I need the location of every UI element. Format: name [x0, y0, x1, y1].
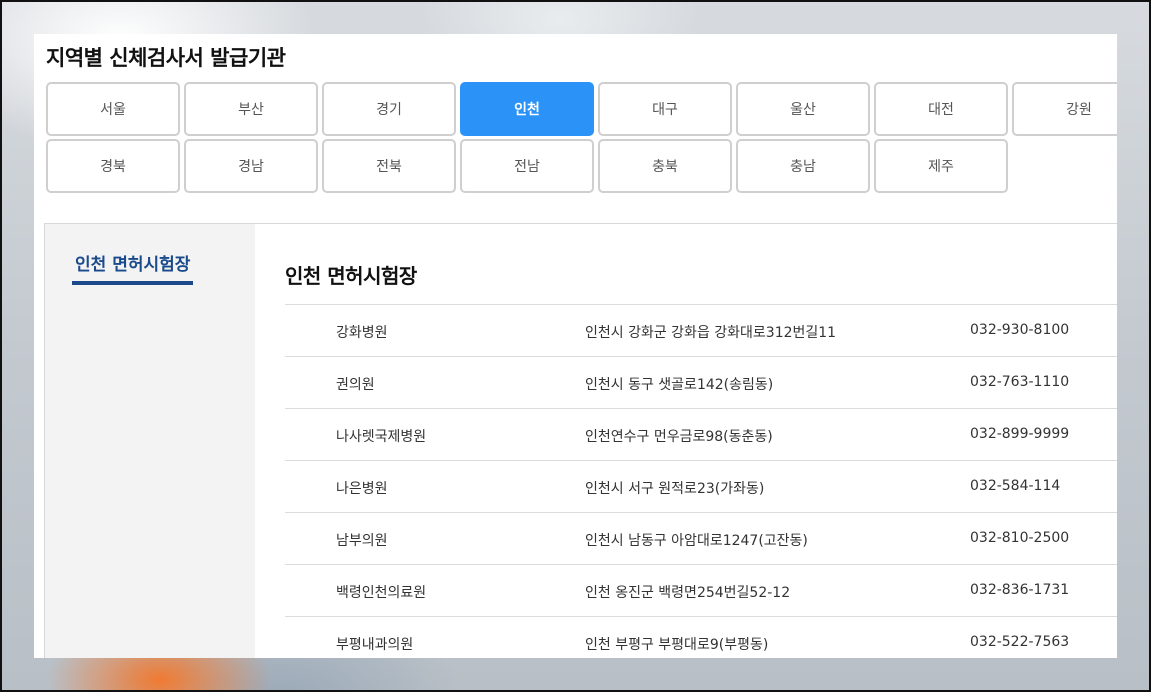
tab-region[interactable]: 부산	[184, 82, 318, 136]
tab-region[interactable]: 전남	[460, 139, 594, 193]
sidebar: 인천 면허시험장	[45, 224, 255, 658]
tab-region[interactable]: 충남	[736, 139, 870, 193]
tab-region[interactable]: 충북	[598, 139, 732, 193]
tab-region[interactable]: 강원	[1012, 82, 1117, 136]
institution-phone: 032-763-1110	[970, 374, 1070, 390]
institution-phone: 032-584-114	[970, 478, 1061, 494]
table-row: 백령인천의료원 인천 옹진군 백령면254번길52-12 032-836-1731	[285, 564, 1117, 616]
page-title: 지역별 신체검사서 발급기관	[46, 46, 286, 70]
tab-region[interactable]: 서울	[46, 82, 180, 136]
tab-region[interactable]: 경기	[322, 82, 456, 136]
institution-phone: 032-522-7563	[970, 634, 1070, 650]
tab-region[interactable]: 전북	[322, 139, 456, 193]
institution-phone: 032-810-2500	[970, 530, 1070, 546]
table-row: 남부의원 인천시 남동구 아암대로1247(고잔동) 032-810-2500	[285, 512, 1117, 564]
tab-region[interactable]: 울산	[736, 82, 870, 136]
institution-phone: 032-899-9999	[970, 426, 1070, 442]
tab-region[interactable]: 인천	[460, 82, 594, 136]
institution-address: 인천시 남동구 아암대로1247(고잔동)	[585, 533, 808, 549]
table-row: 부평내과의원 인천 부평구 부평대로9(부평동) 032-522-7563	[285, 616, 1117, 658]
sidebar-item-incheon-test-center[interactable]: 인천 면허시험장	[72, 250, 194, 285]
tab-region[interactable]: 경북	[46, 139, 180, 193]
institution-address: 인천 부평구 부평대로9(부평동)	[585, 637, 769, 653]
institution-phone: 032-930-8100	[970, 322, 1070, 338]
institution-name: 남부의원	[336, 533, 388, 549]
institution-name: 나은병원	[336, 481, 388, 497]
institution-address: 인천시 강화군 강화읍 강화대로312번길11	[585, 325, 837, 341]
institution-phone: 032-836-1731	[970, 582, 1070, 598]
tab-region[interactable]: 대전	[874, 82, 1008, 136]
institution-name: 부평내과의원	[336, 637, 414, 653]
institution-name: 나사렛국제병원	[336, 429, 427, 445]
content-area: 인천 면허시험장 인천 면허시험장 강화병원 인천시 강화군 강화읍 강화대로31…	[44, 223, 1117, 658]
table-row: 강화병원 인천시 강화군 강화읍 강화대로312번길11 032-930-8100	[285, 304, 1117, 356]
table-row: 나사렛국제병원 인천연수구 먼우금로98(동춘동) 032-899-9999	[285, 408, 1117, 460]
institution-name: 백령인천의료원	[336, 585, 427, 601]
institution-address: 인천 옹진군 백령면254번길52-12	[585, 585, 791, 601]
institution-address: 인천시 동구 샛골로142(송림동)	[585, 377, 774, 393]
institution-name: 강화병원	[336, 325, 388, 341]
page-card: 지역별 신체검사서 발급기관 서울 부산 경기 인천 대구 울산 대전 강원 경북 경남 전북 전남 충…	[34, 34, 1117, 658]
institution-address: 인천시 서구 원적로23(가좌동)	[585, 481, 765, 497]
tab-region[interactable]: 제주	[874, 139, 1008, 193]
institution-address: 인천연수구 먼우금로98(동춘동)	[585, 429, 773, 445]
table-row: 나은병원 인천시 서구 원적로23(가좌동) 032-584-114	[285, 460, 1117, 512]
table-row: 권의원 인천시 동구 샛골로142(송림동) 032-763-1110	[285, 356, 1117, 408]
tab-region[interactable]: 대구	[598, 82, 732, 136]
institution-table: 강화병원 인천시 강화군 강화읍 강화대로312번길11 032-930-8100 권…	[285, 304, 1117, 658]
institution-name: 권의원	[336, 377, 375, 393]
section-title: 인천 면허시험장	[285, 264, 417, 288]
tab-region[interactable]: 경남	[184, 139, 318, 193]
